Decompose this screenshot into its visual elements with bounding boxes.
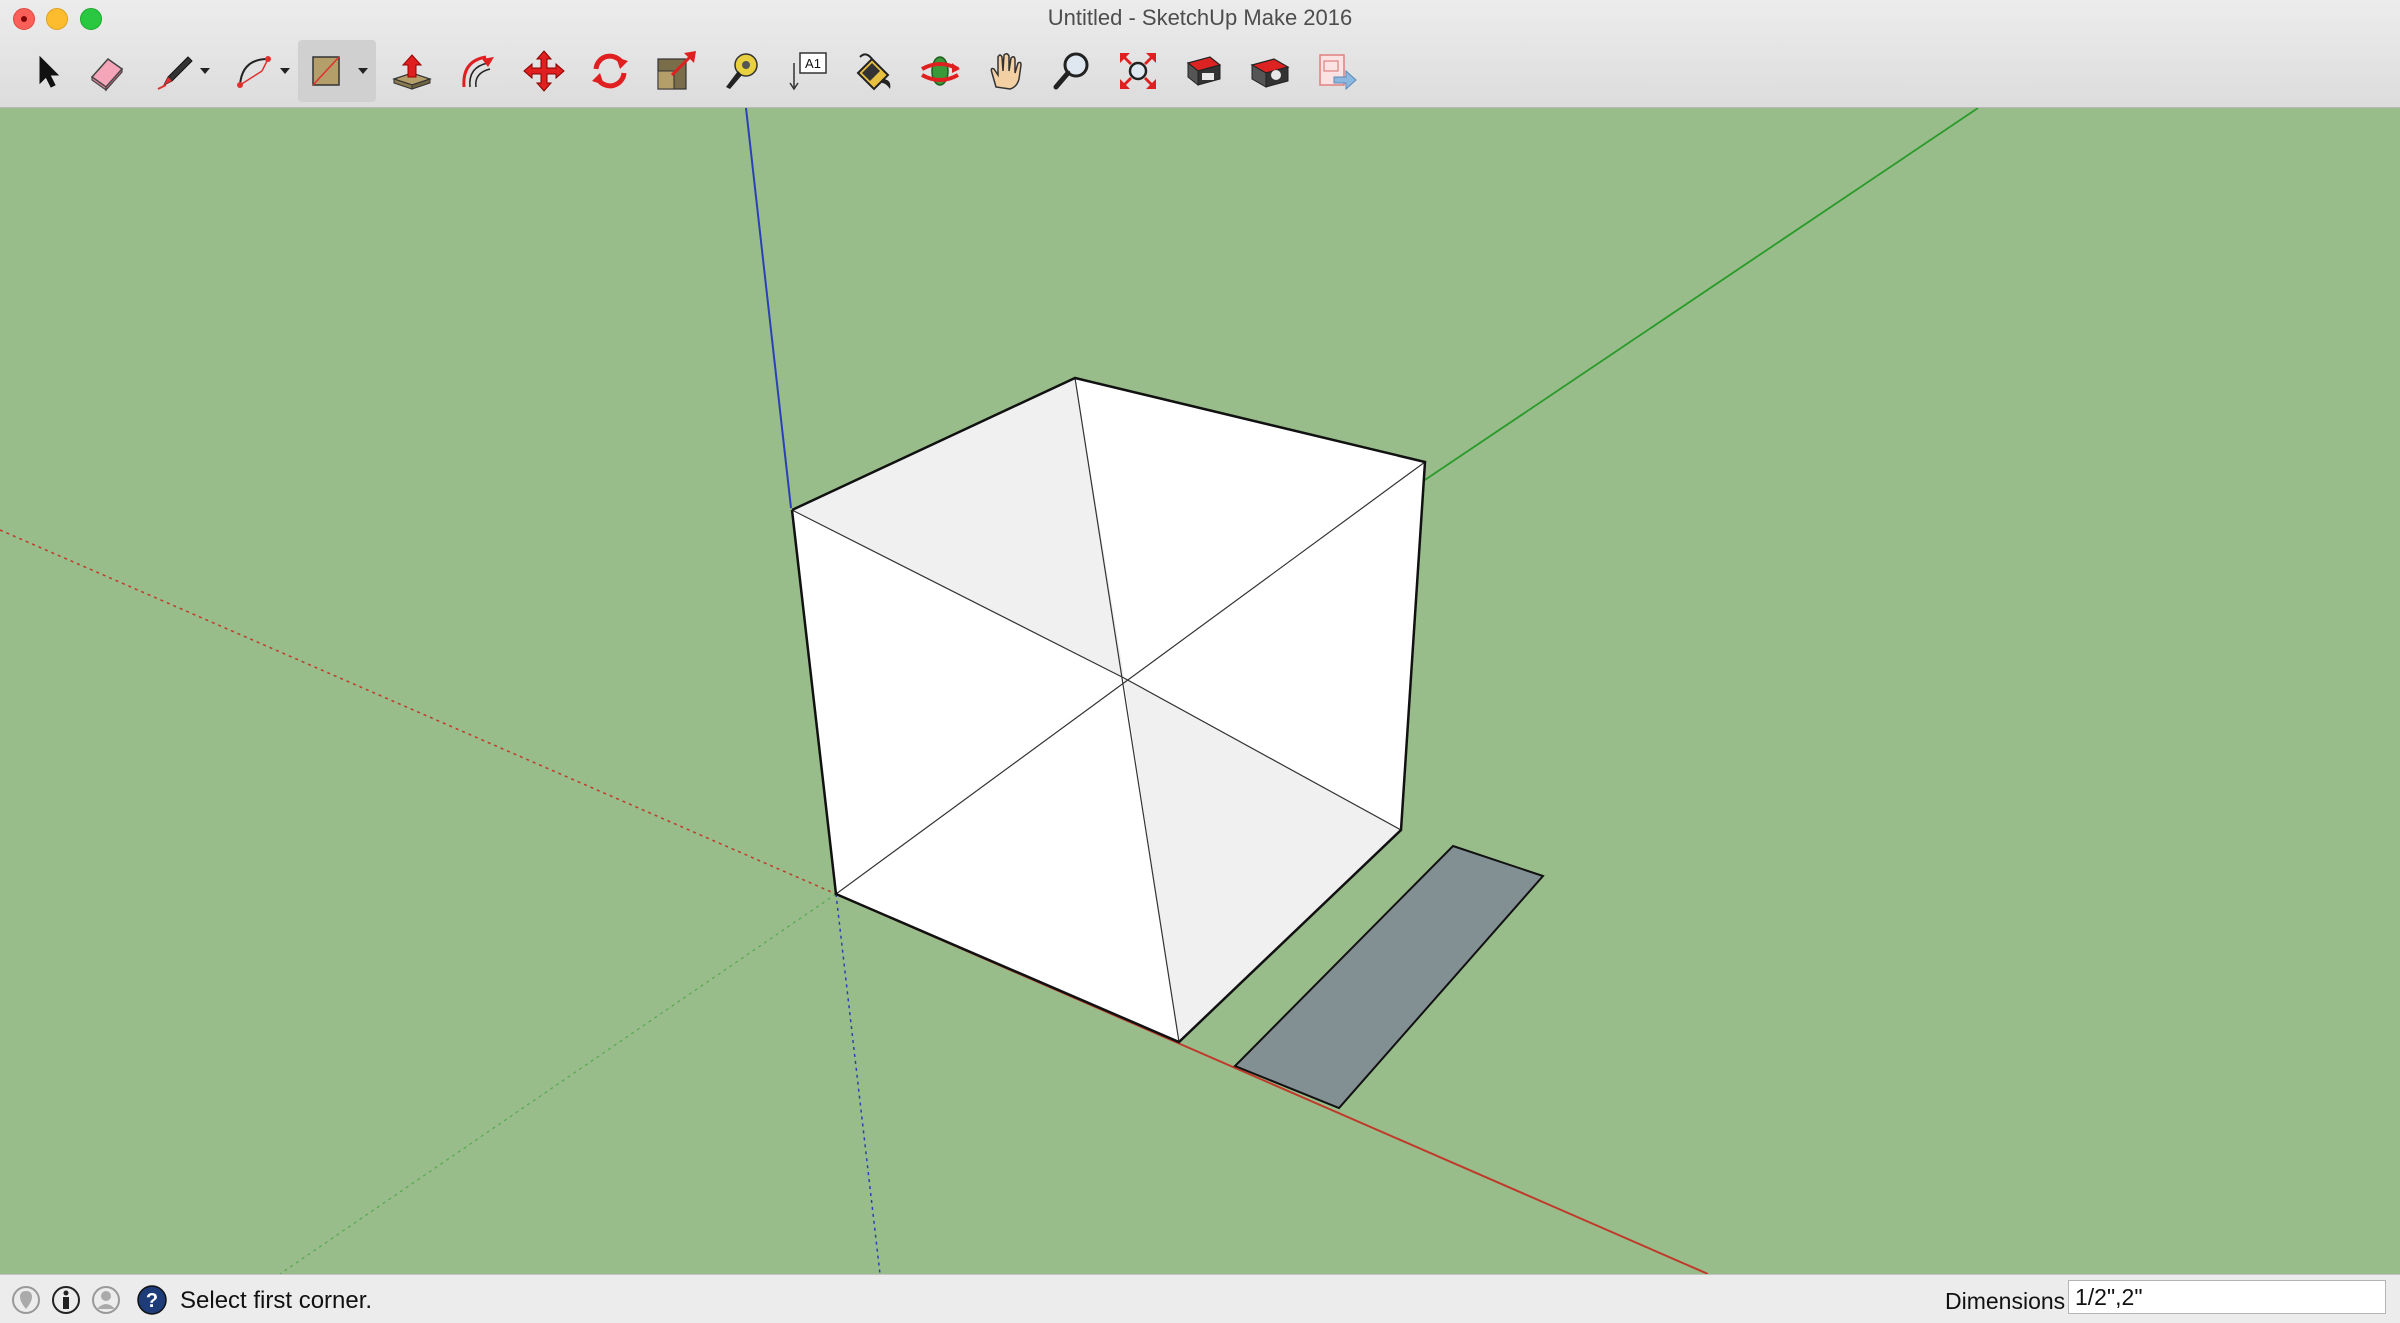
paint-bucket-icon: [856, 53, 891, 91]
svg-text:A1: A1: [805, 56, 821, 71]
pan-tool[interactable]: [978, 40, 1034, 102]
blue-axis: [745, 108, 792, 509]
text-label-icon: A1: [789, 52, 827, 91]
rotate-icon: [592, 53, 628, 89]
paint-bucket-tool[interactable]: [846, 40, 902, 102]
account-button[interactable]: [90, 1284, 122, 1316]
caret-down-icon: [358, 68, 368, 74]
green-axis-negative: [279, 893, 837, 1274]
arc-tool[interactable]: [226, 40, 282, 102]
box-geometry[interactable]: [790, 376, 1427, 1044]
green-axis: [1397, 108, 1979, 499]
credits-icon: [52, 1286, 80, 1314]
credits-button[interactable]: [50, 1284, 82, 1316]
push-pull-icon: [392, 54, 432, 90]
send-to-layout-tool[interactable]: [1308, 40, 1364, 102]
geo-location-icon: [12, 1286, 40, 1314]
account-icon: [92, 1286, 120, 1314]
move-tool[interactable]: [516, 40, 572, 102]
tape-measure-tool[interactable]: [714, 40, 770, 102]
3d-warehouse-tool[interactable]: [1176, 40, 1232, 102]
dimensions-input[interactable]: [2068, 1280, 2386, 1314]
help-icon: ?: [137, 1285, 167, 1315]
move-arrows-icon: [523, 50, 565, 92]
eraser-tool[interactable]: [78, 40, 134, 102]
rectangle-icon: [312, 56, 340, 86]
status-message: Select first corner.: [180, 1287, 373, 1314]
tape-measure-icon: [726, 53, 758, 89]
orbit-tool[interactable]: [912, 40, 968, 102]
arc-tool-dropdown[interactable]: [278, 40, 292, 102]
extension-warehouse-icon: [1250, 58, 1290, 88]
caret-down-icon: [280, 68, 290, 74]
model-viewport[interactable]: [0, 108, 2400, 1274]
zoom-tool[interactable]: [1044, 40, 1100, 102]
status-bar: ? Select first corner. Dimensions: [0, 1274, 2400, 1323]
select-tool[interactable]: [20, 40, 76, 102]
window-title: Untitled - SketchUp Make 2016: [1047, 5, 1353, 30]
text-tool[interactable]: A1: [780, 40, 836, 102]
geo-location-button[interactable]: [10, 1284, 42, 1316]
line-tool[interactable]: [148, 40, 204, 102]
arc-icon: [237, 56, 271, 88]
zoom-extents-tool[interactable]: [1110, 40, 1166, 102]
scale-icon: [657, 51, 696, 90]
warehouse-icon: [1186, 56, 1222, 87]
title-bar: Untitled - SketchUp Make 2016 A1: [0, 0, 2400, 108]
line-tool-dropdown[interactable]: [198, 40, 212, 102]
svg-text:?: ?: [146, 1290, 158, 1312]
zoom-extents-icon: [1120, 53, 1156, 89]
layout-icon: [1319, 54, 1357, 91]
dimensions-label: Dimensions: [1945, 1288, 2066, 1314]
arrow-cursor-icon: [39, 55, 60, 88]
orbit-icon: [921, 56, 960, 86]
push-pull-tool[interactable]: [384, 40, 440, 102]
hand-icon: [990, 52, 1022, 90]
blue-axis-negative: [835, 893, 881, 1274]
rotate-tool[interactable]: [582, 40, 638, 102]
caret-down-icon: [200, 68, 210, 74]
magnifier-icon: [1053, 52, 1089, 90]
offset-tool[interactable]: [450, 40, 506, 102]
rectangle-tool-dropdown[interactable]: [356, 40, 370, 102]
offset-icon: [462, 55, 494, 88]
eraser-icon: [90, 57, 124, 92]
pencil-icon: [157, 56, 193, 90]
extension-warehouse-tool[interactable]: [1242, 40, 1298, 102]
scale-tool[interactable]: [648, 40, 704, 102]
instructor-help-button[interactable]: ?: [136, 1284, 168, 1316]
red-axis-negative: [0, 529, 837, 895]
sketchup-window: Untitled - SketchUp Make 2016 A1 ? Selec…: [0, 0, 2400, 1323]
model-scene[interactable]: [0, 108, 2400, 1274]
